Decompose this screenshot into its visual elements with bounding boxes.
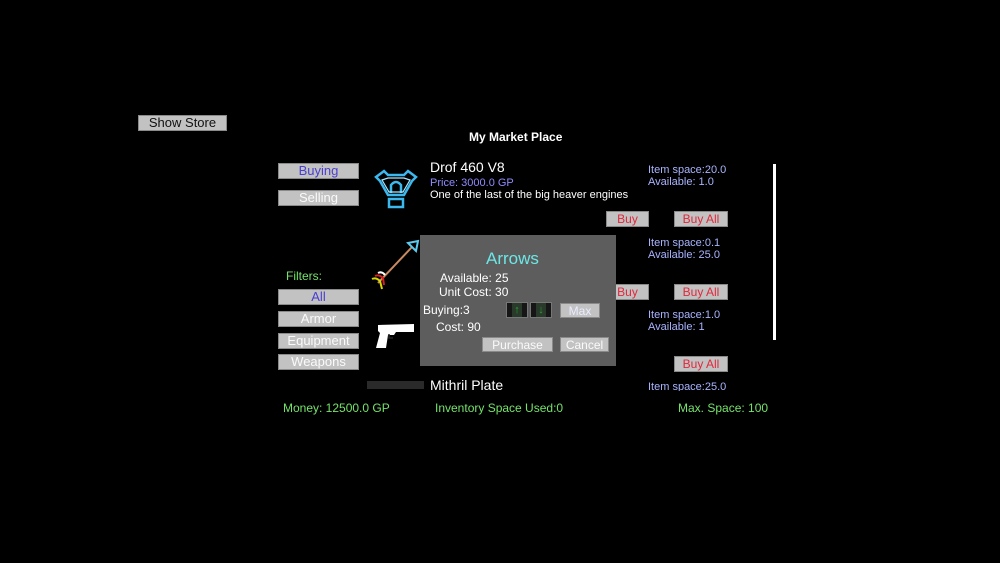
dialog-title: Arrows [486, 249, 539, 268]
item-space: Item space:20.0 [648, 164, 727, 176]
filter-all[interactable]: All [278, 289, 359, 305]
show-store-button[interactable]: Show Store [138, 115, 227, 131]
item-available: Available: 1 [648, 321, 705, 333]
buy-all-button[interactable]: Buy All [674, 356, 728, 372]
increase-quantity-button[interactable]: ↑ [506, 302, 528, 318]
buy-all-button[interactable]: Buy All [674, 284, 728, 300]
cancel-button[interactable]: Cancel [560, 337, 609, 352]
list-scrollbar[interactable] [773, 164, 776, 340]
inventory-space-used: Inventory Space Used:0 [435, 401, 564, 415]
purchase-dialog: Arrows Available: 25 Unit Cost: 30 Buyin… [420, 235, 616, 366]
item-description: One of the last of the big heaver engine… [430, 189, 629, 201]
pistol-icon [376, 324, 414, 348]
dialog-buying-quantity: Buying:3 [423, 303, 470, 317]
arrow-icon [371, 239, 420, 290]
item-available: Available: 1.0 [648, 176, 714, 188]
item-name: Mithril Plate [430, 377, 504, 391]
filter-equipment[interactable]: Equipment [278, 333, 359, 349]
filter-weapons[interactable]: Weapons [278, 354, 359, 370]
item-name: Drof 460 V8 [430, 159, 505, 175]
dialog-unit-cost: Unit Cost: 30 [439, 285, 509, 299]
buy-all-button[interactable]: Buy All [674, 211, 728, 227]
item-space: Item space:0.1 [648, 237, 721, 249]
item-space: Item space:1.0 [648, 309, 721, 321]
filter-armor[interactable]: Armor [278, 311, 359, 327]
dialog-available: Available: 25 [440, 271, 509, 285]
item-available: Available: 25.0 [648, 249, 720, 261]
tab-selling[interactable]: Selling [278, 190, 359, 206]
money-display: Money: 12500.0 GP [283, 401, 390, 415]
filters-label: Filters: [286, 269, 322, 283]
item-price: Price: 3000.0 GP [430, 177, 514, 189]
item-space: Item space:25.0 [648, 381, 727, 391]
armor-plate-icon [367, 381, 424, 389]
dialog-cost: Cost: 90 [436, 320, 481, 334]
page-title: My Market Place [469, 130, 563, 144]
decrease-quantity-button[interactable]: ↓ [530, 302, 552, 318]
tab-buying[interactable]: Buying [278, 163, 359, 179]
purchase-button[interactable]: Purchase [482, 337, 553, 352]
max-space: Max. Space: 100 [678, 401, 769, 415]
engine-icon [374, 169, 418, 209]
arrow-up-icon: ↑ [512, 303, 522, 317]
arrow-down-icon: ↓ [536, 303, 546, 317]
max-button[interactable]: Max [560, 303, 600, 318]
buy-button[interactable]: Buy [606, 211, 649, 227]
